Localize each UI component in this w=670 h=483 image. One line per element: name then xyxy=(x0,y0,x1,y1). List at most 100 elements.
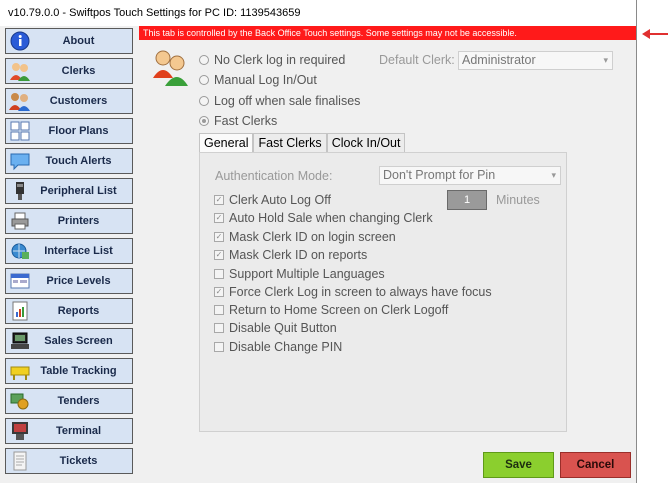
checkbox-clerk-auto-log-off[interactable]: ✓ Clerk Auto Log Off xyxy=(214,193,331,207)
checkbox-disable-change-pin[interactable]: Disable Change PIN xyxy=(214,340,342,354)
checkbox-box: ✓ xyxy=(214,232,224,242)
sidebar-item-clerks[interactable]: Clerks xyxy=(5,58,133,84)
checkbox-box: ✓ xyxy=(214,250,224,260)
sidebar-item-about[interactable]: About xyxy=(5,28,133,54)
sidebar-item-label: Clerks xyxy=(61,65,96,77)
chevron-down-icon: ▾ xyxy=(603,55,608,65)
default-clerk-label: Default Clerk: xyxy=(379,53,455,67)
sidebar-item-label: Peripheral List xyxy=(40,185,117,197)
checkbox-box xyxy=(214,342,224,352)
sidebar-item-floor-plans[interactable]: Floor Plans xyxy=(5,118,133,144)
sidebar-item-tickets[interactable]: Tickets xyxy=(5,448,133,474)
interface-list-icon xyxy=(9,240,31,262)
checkbox-label: Return to Home Screen on Clerk Logoff xyxy=(229,303,449,317)
radio-fast-clerks[interactable]: Fast Clerks xyxy=(199,114,277,128)
sidebar-item-reports[interactable]: Reports xyxy=(5,298,133,324)
checkbox-label: Mask Clerk ID on reports xyxy=(229,248,368,262)
sidebar-item-touch-alerts[interactable]: Touch Alerts xyxy=(5,148,133,174)
radio-indicator xyxy=(199,55,209,65)
checkbox-force-login-focus[interactable]: ✓ Force Clerk Log in screen to always ha… xyxy=(214,285,492,299)
reports-icon xyxy=(9,300,31,322)
checkbox-return-home[interactable]: Return to Home Screen on Clerk Logoff xyxy=(214,303,448,317)
save-button[interactable]: Save xyxy=(483,452,554,478)
sidebar-item-label: About xyxy=(62,35,95,47)
annotation-arrow-icon xyxy=(642,29,668,39)
checkbox-auto-hold-sale[interactable]: ✓ Auto Hold Sale when changing Clerk xyxy=(214,211,433,225)
sidebar-item-interface-list[interactable]: Interface List xyxy=(5,238,133,264)
radio-label: Fast Clerks xyxy=(214,114,278,128)
sales-screen-icon xyxy=(9,330,31,352)
radio-indicator xyxy=(199,116,209,126)
checkbox-multiple-languages[interactable]: Support Multiple Languages xyxy=(214,267,385,281)
sidebar-item-label: Customers xyxy=(49,95,108,107)
authentication-mode-value: Don't Prompt for Pin xyxy=(383,168,496,182)
sidebar-item-label: Table Tracking xyxy=(40,365,117,377)
radio-logoff-on-finalise[interactable]: Log off when sale finalises xyxy=(199,94,360,108)
tab-fast-clerks[interactable]: Fast Clerks xyxy=(253,133,327,152)
checkbox-box: ✓ xyxy=(214,195,224,205)
settings-tabs: General Fast Clerks Clock In/Out xyxy=(199,133,406,153)
sidebar-item-table-tracking[interactable]: Table Tracking xyxy=(5,358,133,384)
sidebar-item-printers[interactable]: Printers xyxy=(5,208,133,234)
checkbox-label: Mask Clerk ID on login screen xyxy=(229,230,396,244)
window-title: v10.79.0.0 - Swiftpos Touch Settings for… xyxy=(0,0,636,26)
cancel-button[interactable]: Cancel xyxy=(560,452,631,478)
radio-indicator xyxy=(199,75,209,85)
radio-indicator xyxy=(199,96,209,106)
authentication-mode-label: Authentication Mode: xyxy=(215,169,333,183)
radio-label: No Clerk log in required xyxy=(214,53,346,67)
info-icon xyxy=(9,30,31,52)
default-clerk-select[interactable]: Administrator ▾ xyxy=(458,51,613,70)
touch-alerts-icon xyxy=(9,150,31,172)
minutes-label: Minutes xyxy=(496,193,540,207)
sidebar-item-price-levels[interactable]: Price Levels xyxy=(5,268,133,294)
sidebar-item-label: Interface List xyxy=(44,245,113,257)
radio-manual-login[interactable]: Manual Log In/Out xyxy=(199,73,317,87)
clerks-icon xyxy=(9,60,31,82)
sidebar-item-label: Printers xyxy=(57,215,100,227)
checkbox-mask-id-login[interactable]: ✓ Mask Clerk ID on login screen xyxy=(214,230,396,244)
peripheral-list-icon xyxy=(9,180,31,202)
checkbox-box: ✓ xyxy=(214,287,224,297)
printer-icon xyxy=(9,210,31,232)
sidebar-item-label: Reports xyxy=(57,305,100,317)
chevron-down-icon: ▾ xyxy=(551,170,556,180)
table-tracking-icon xyxy=(9,360,31,382)
sidebar-item-label: Sales Screen xyxy=(44,335,113,347)
sidebar-item-terminal[interactable]: Terminal xyxy=(5,418,133,444)
checkbox-label: Disable Quit Button xyxy=(229,321,337,335)
radio-no-clerk-login[interactable]: No Clerk log in required xyxy=(199,53,345,67)
sidebar-item-label: Tenders xyxy=(57,395,100,407)
checkbox-label: Support Multiple Languages xyxy=(229,267,385,281)
radio-label: Log off when sale finalises xyxy=(214,94,361,108)
checkbox-label: Clerk Auto Log Off xyxy=(229,193,331,207)
sidebar-item-label: Floor Plans xyxy=(48,125,109,137)
sidebar-item-peripheral-list[interactable]: Peripheral List xyxy=(5,178,133,204)
tickets-icon xyxy=(9,450,31,472)
sidebar-item-label: Terminal xyxy=(55,425,102,437)
default-clerk-value: Administrator xyxy=(462,53,536,67)
checkbox-box: ✓ xyxy=(214,213,224,223)
checkbox-box xyxy=(214,305,224,315)
checkbox-box xyxy=(214,269,224,279)
sidebar-item-label: Touch Alerts xyxy=(45,155,112,167)
sidebar-item-tenders[interactable]: Tenders xyxy=(5,388,133,414)
tab-clock-in-out[interactable]: Clock In/Out xyxy=(326,133,406,152)
checkbox-label: Force Clerk Log in screen to always have… xyxy=(229,285,492,299)
tenders-icon xyxy=(9,390,31,412)
checkbox-label: Disable Change PIN xyxy=(229,340,343,354)
controlled-notice-bar: This tab is controlled by the Back Offic… xyxy=(139,26,636,40)
tab-general[interactable]: General xyxy=(199,133,254,153)
radio-label: Manual Log In/Out xyxy=(214,73,317,87)
sidebar-item-customers[interactable]: Customers xyxy=(5,88,133,114)
auto-logoff-minutes-input[interactable]: 1 xyxy=(447,190,487,210)
sidebar-item-label: Price Levels xyxy=(46,275,111,287)
checkbox-mask-id-reports[interactable]: ✓ Mask Clerk ID on reports xyxy=(214,248,367,262)
sidebar-item-sales-screen[interactable]: Sales Screen xyxy=(5,328,133,354)
checkbox-box xyxy=(214,323,224,333)
terminal-icon xyxy=(9,420,31,442)
authentication-mode-select[interactable]: Don't Prompt for Pin ▾ xyxy=(379,166,561,185)
checkbox-disable-quit[interactable]: Disable Quit Button xyxy=(214,321,337,335)
checkbox-label: Auto Hold Sale when changing Clerk xyxy=(229,211,433,225)
settings-window: v10.79.0.0 - Swiftpos Touch Settings for… xyxy=(0,0,637,483)
